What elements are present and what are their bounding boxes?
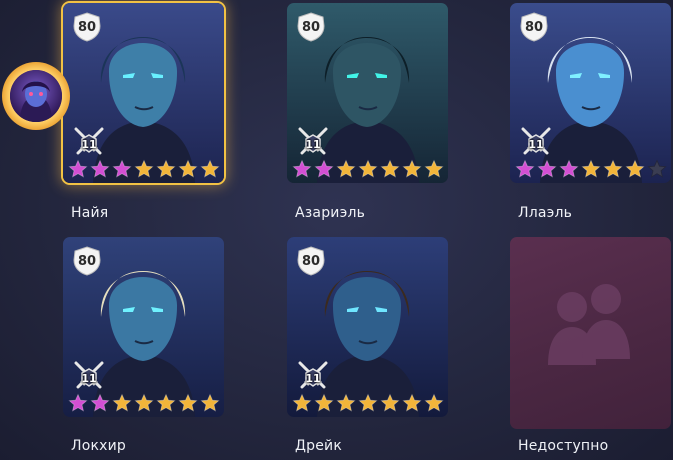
hero-card-lokhir[interactable]: 80 11 [63, 237, 224, 417]
star-rating [292, 159, 444, 179]
gold-star-icon [292, 393, 312, 412]
star-rating [68, 393, 220, 413]
rank-value: 11 [305, 137, 321, 151]
gold-star-icon [402, 159, 422, 178]
level-badge: 80 [296, 12, 326, 42]
gold-star-icon [200, 393, 220, 412]
star-rating [68, 159, 220, 179]
locked-hero-slot[interactable] [510, 237, 671, 429]
hero-name-naya: Найя [71, 205, 109, 221]
hero-card-azariel[interactable]: 80 11 [287, 3, 448, 183]
rank-emblem: 11 [296, 359, 330, 393]
gold-star-icon [178, 159, 198, 178]
level-value: 80 [301, 19, 321, 35]
locked-slot-label: Недоступно [518, 438, 609, 454]
gold-star-icon [380, 393, 400, 412]
empty-star-icon [647, 159, 667, 178]
hero-card-naya[interactable]: 80 11 [63, 3, 224, 183]
star-rating [515, 159, 667, 179]
gold-star-icon [358, 393, 378, 412]
rank-emblem: 11 [72, 125, 106, 159]
gold-star-icon [336, 159, 356, 178]
gold-star-icon [380, 159, 400, 178]
gold-star-icon [625, 159, 645, 178]
level-value: 80 [524, 19, 544, 35]
gold-star-icon [178, 393, 198, 412]
level-badge: 80 [296, 246, 326, 276]
gold-star-icon [134, 159, 154, 178]
gold-star-icon [424, 159, 444, 178]
rank-emblem: 11 [72, 359, 106, 393]
purple-star-icon [515, 159, 535, 178]
rank-value: 11 [81, 137, 97, 151]
purple-star-icon [112, 159, 132, 178]
hero-name-lokhir: Локхир [71, 438, 127, 454]
gold-star-icon [200, 159, 220, 178]
gold-star-icon [581, 159, 601, 178]
level-value: 80 [301, 253, 321, 269]
hero-name-dreik: Дрейк [295, 438, 342, 454]
hero-name-llael: Ллаэль [518, 205, 573, 221]
gold-star-icon [358, 159, 378, 178]
level-value: 80 [77, 253, 97, 269]
star-rating [292, 393, 444, 413]
purple-star-icon [537, 159, 557, 178]
gold-star-icon [112, 393, 132, 412]
hero-avatar-icon [10, 70, 62, 122]
hero-card-llael[interactable]: 80 11 [510, 3, 671, 183]
gold-star-icon [424, 393, 444, 412]
rank-emblem: 11 [296, 125, 330, 159]
rank-emblem: 11 [519, 125, 553, 159]
level-badge: 80 [519, 12, 549, 42]
rank-value: 11 [305, 371, 321, 385]
purple-star-icon [68, 393, 88, 412]
level-badge: 80 [72, 246, 102, 276]
rank-value: 11 [528, 137, 544, 151]
purple-star-icon [559, 159, 579, 178]
level-badge: 80 [72, 12, 102, 42]
purple-star-icon [314, 159, 334, 178]
purple-star-icon [90, 393, 110, 412]
purple-star-icon [90, 159, 110, 178]
purple-star-icon [68, 159, 88, 178]
heroes-silhouette-icon [548, 284, 630, 365]
hero-card-dreik[interactable]: 80 11 [287, 237, 448, 417]
gold-star-icon [156, 393, 176, 412]
gold-star-icon [134, 393, 154, 412]
level-value: 80 [77, 19, 97, 35]
gold-star-icon [402, 393, 422, 412]
purple-star-icon [292, 159, 312, 178]
gold-star-icon [156, 159, 176, 178]
hero-name-azariel: Азариэль [295, 205, 366, 221]
selected-hero-avatar[interactable] [2, 62, 70, 130]
gold-star-icon [336, 393, 356, 412]
rank-value: 11 [81, 371, 97, 385]
gold-star-icon [314, 393, 334, 412]
gold-star-icon [603, 159, 623, 178]
